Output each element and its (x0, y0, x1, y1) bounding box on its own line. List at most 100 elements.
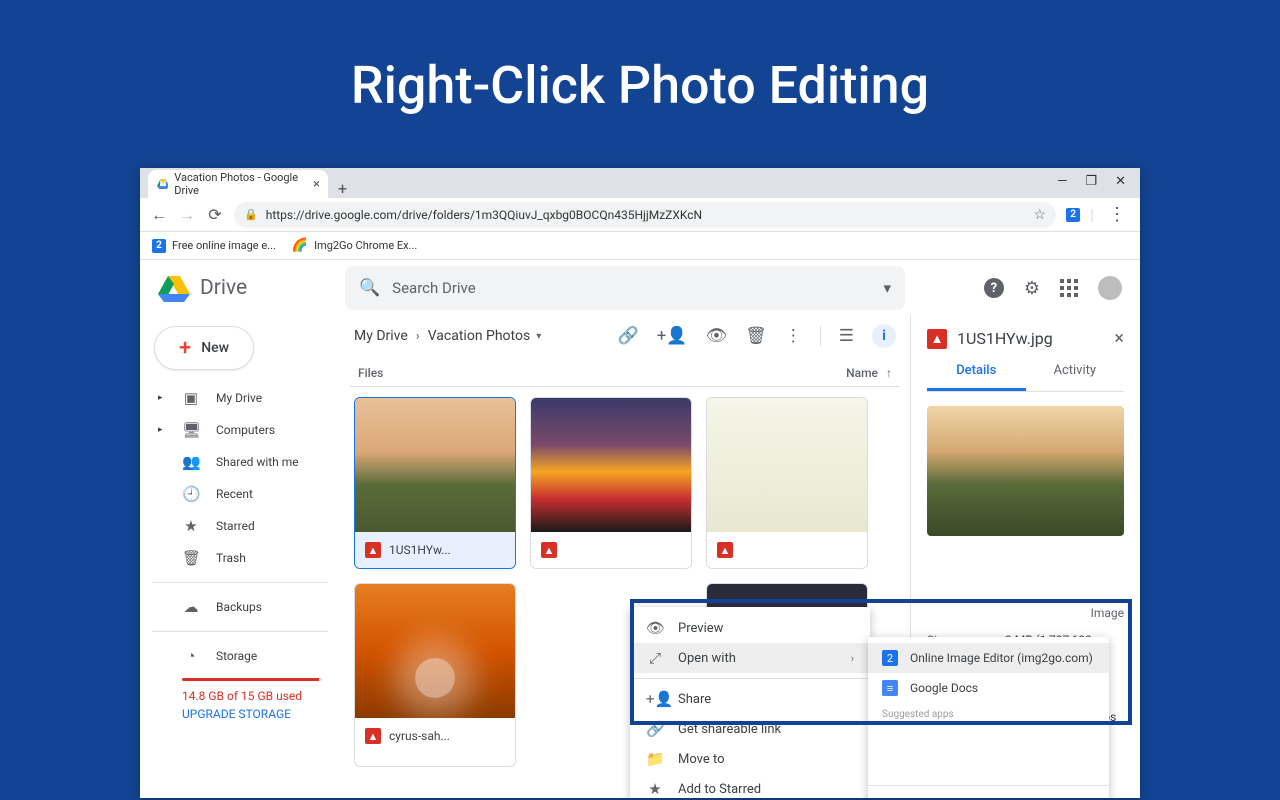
person-add-icon: +👤 (646, 690, 664, 708)
cm-shareable-link[interactable]: 🔗Get shareable link (630, 714, 870, 744)
file-thumbnail (355, 584, 515, 718)
drive-product-label: Drive (200, 276, 247, 300)
divider (630, 678, 870, 679)
details-type: Image (927, 606, 1124, 628)
sm-img2go[interactable]: 2Online Image Editor (img2go.com) (868, 643, 1109, 673)
breadcrumb-root[interactable]: My Drive (354, 328, 408, 344)
tab-details[interactable]: Details (927, 363, 1026, 391)
link-icon: 🔗 (646, 720, 664, 738)
link-icon[interactable]: 🔗 (618, 326, 639, 346)
reload-button[interactable]: ⟳ (206, 205, 224, 224)
file-thumbnail (355, 398, 515, 532)
sidebar: + New ▸▣My Drive ▸🖥Computers 👥 Shared wit… (140, 316, 340, 798)
cm-add-starred[interactable]: ★Add to Starred (630, 774, 870, 798)
sidebar-item-recent[interactable]: 🕘 Recent (140, 478, 340, 510)
window-minimize-icon[interactable]: — (1057, 174, 1067, 189)
image-icon: ▲ (927, 329, 947, 349)
breadcrumb: My Drive › Vacation Photos▾ (354, 328, 541, 344)
url-text: https://drive.google.com/drive/folders/1… (266, 208, 702, 222)
address-bar[interactable]: 🔒 https://drive.google.com/drive/folders… (234, 202, 1056, 228)
eye-icon[interactable]: 👁 (706, 326, 728, 346)
search-icon: 🔍 (359, 278, 380, 298)
drive-header: Drive 🔍 Search Drive ▾ ? ⚙ (140, 260, 1140, 316)
cm-share[interactable]: +👤Share (630, 684, 870, 714)
clock-icon: 🕘 (182, 485, 200, 503)
bookmark-item[interactable]: 2 Free online image e... (152, 239, 276, 253)
chevron-down-icon: ▾ (536, 331, 541, 342)
cloud-outline-icon: ◔ (182, 647, 200, 665)
file-card[interactable]: ▲ (530, 397, 692, 569)
sidebar-item-backups[interactable]: ☁Backups (140, 591, 340, 623)
search-input[interactable]: 🔍 Search Drive ▾ (345, 266, 905, 310)
sidebar-item-trash[interactable]: 🗑Trash (140, 542, 340, 574)
tab-close-icon[interactable]: × (313, 177, 320, 192)
content-area: My Drive › Vacation Photos▾ 🔗 +👤 👁 🗑 ⋮ ☰… (340, 316, 1140, 798)
image-icon: ▲ (365, 542, 381, 558)
help-icon[interactable]: ? (984, 278, 1004, 298)
chevron-right-icon: › (416, 329, 420, 344)
sidebar-label: Shared with me (216, 455, 299, 469)
browser-window: Vacation Photos - Google Drive × + — ❐ ✕… (140, 168, 1140, 798)
cm-move-to[interactable]: 📁Move to (630, 744, 870, 774)
sm-connect-apps[interactable]: +Connect more apps (868, 791, 1109, 798)
more-icon[interactable]: ⋮ (785, 326, 802, 346)
people-icon: 👥 (182, 453, 200, 471)
search-options-icon[interactable]: ▾ (883, 279, 891, 297)
folder-move-icon: 📁 (646, 750, 664, 768)
settings-icon[interactable]: ⚙ (1024, 278, 1040, 299)
sidebar-item-shared[interactable]: 👥 Shared with me (140, 446, 340, 478)
sm-google-docs[interactable]: ≡Google Docs (868, 673, 1109, 703)
divider (152, 582, 328, 583)
file-card[interactable]: ▲ 1US1HYw... (354, 397, 516, 569)
file-name: 1US1HYw... (389, 543, 451, 557)
file-name: cyrus-sah... (389, 729, 450, 743)
add-person-icon[interactable]: +👤 (657, 326, 688, 346)
cm-preview[interactable]: 👁Preview (630, 613, 870, 643)
browser-tab[interactable]: Vacation Photos - Google Drive × (148, 170, 328, 198)
list-view-icon[interactable]: ☰ (839, 326, 854, 346)
files-label: Files (358, 366, 383, 380)
sort-label[interactable]: Name (846, 366, 878, 380)
file-thumbnail (707, 398, 867, 532)
divider (820, 326, 821, 346)
cm-open-with[interactable]: ⤢Open with› (630, 643, 870, 673)
sidebar-label: Backups (216, 600, 262, 614)
info-icon[interactable]: i (872, 324, 896, 348)
delete-icon[interactable]: 🗑 (745, 326, 767, 346)
sidebar-label: Recent (216, 487, 253, 501)
image-icon: ▲ (717, 542, 733, 558)
tab-activity[interactable]: Activity (1026, 363, 1125, 391)
apps-grid-icon[interactable] (1060, 279, 1078, 297)
extension-icon[interactable]: 2 (1066, 208, 1080, 222)
back-button[interactable]: ← (150, 205, 168, 225)
sidebar-item-computers[interactable]: ▸🖥Computers (140, 414, 340, 446)
arrow-up-icon[interactable]: ↑ (886, 366, 892, 380)
new-button[interactable]: + New (154, 326, 254, 370)
gdocs-icon: ≡ (882, 680, 898, 696)
window-maximize-icon[interactable]: ❐ (1085, 174, 1097, 189)
sidebar-label: My Drive (216, 391, 262, 405)
plus-icon: + (179, 336, 191, 361)
upgrade-storage-link[interactable]: UPGRADE STORAGE (182, 707, 322, 721)
bookmark-item[interactable]: 🌈 Img2Go Chrome Ex... (292, 238, 417, 253)
close-icon[interactable]: × (1114, 328, 1124, 349)
bookmark-label: Img2Go Chrome Ex... (314, 239, 417, 252)
breadcrumb-current[interactable]: Vacation Photos▾ (428, 328, 542, 344)
sidebar-item-my-drive[interactable]: ▸▣My Drive (140, 382, 340, 414)
image-icon: ▲ (365, 728, 381, 744)
drive-logo-icon (158, 274, 190, 302)
lock-icon: 🔒 (244, 208, 258, 221)
account-avatar[interactable] (1098, 276, 1122, 300)
file-card[interactable]: ▲ cyrus-sah... (354, 583, 516, 767)
new-tab-button[interactable]: + (328, 179, 357, 198)
sidebar-item-storage[interactable]: ◔Storage (140, 640, 340, 672)
file-thumbnail (531, 398, 691, 532)
window-close-icon[interactable]: ✕ (1115, 174, 1126, 189)
drive-logo[interactable]: Drive (158, 274, 333, 302)
forward-button[interactable]: → (178, 205, 196, 225)
sidebar-item-starred[interactable]: ★Starred (140, 510, 340, 542)
star-icon[interactable]: ☆ (1034, 207, 1047, 223)
star-icon: ★ (182, 517, 200, 535)
file-card[interactable]: ▲ (706, 397, 868, 569)
browser-menu-button[interactable]: ⋮ (1104, 204, 1130, 225)
